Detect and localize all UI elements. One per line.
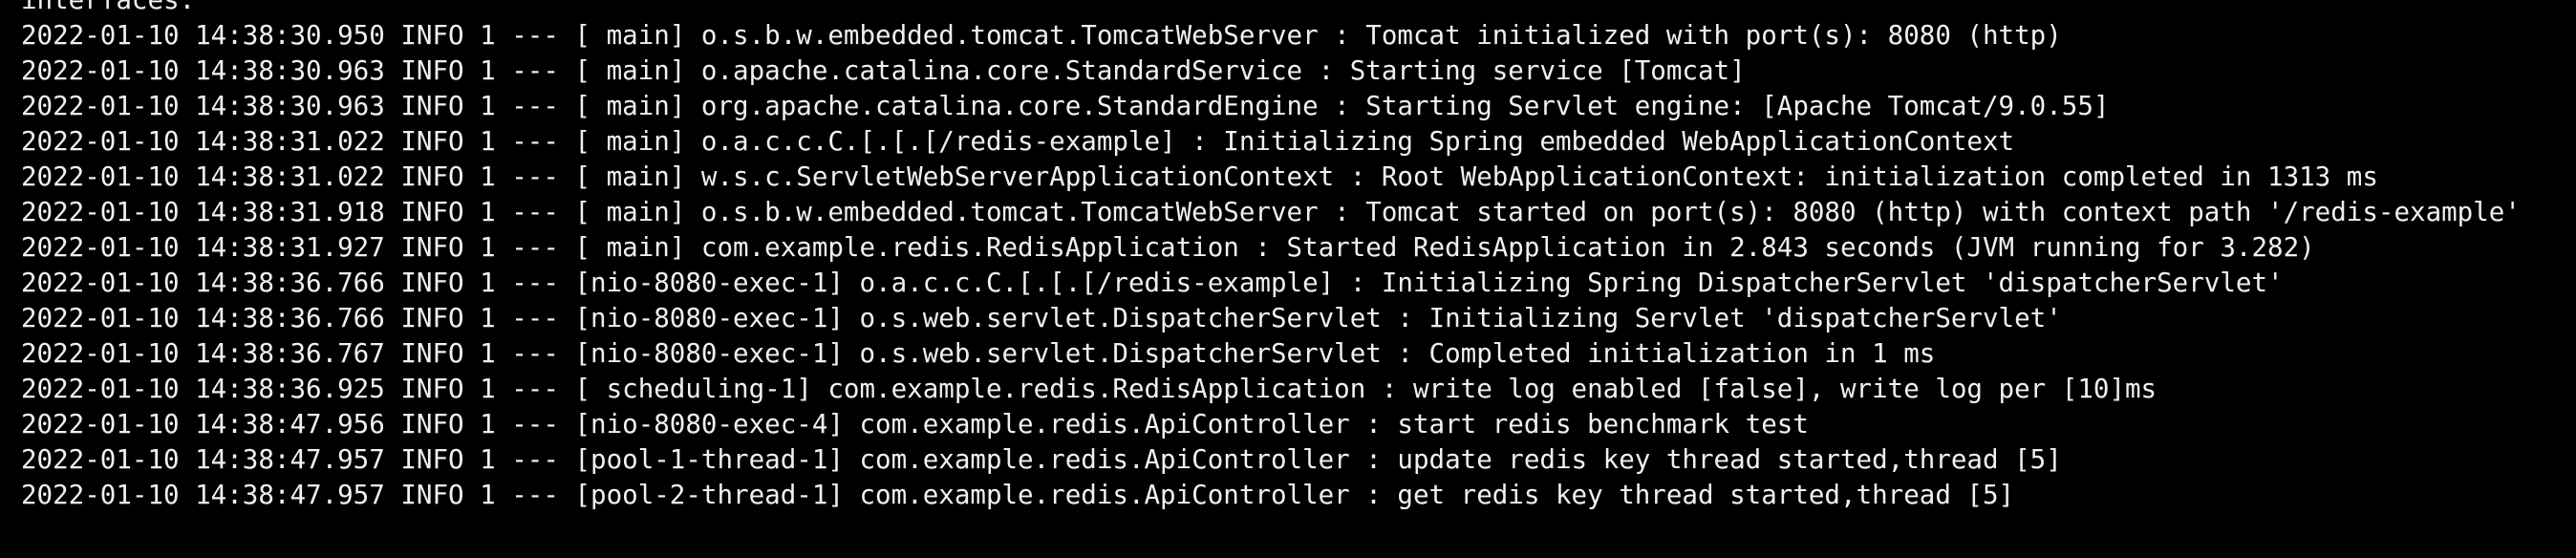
log-line: 2022-01-10 14:38:30.963 INFO 1 --- [ mai… [21, 55, 1746, 86]
log-line: 2022-01-10 14:38:31.918 INFO 1 --- [ mai… [21, 197, 2521, 227]
log-line: 2022-01-10 14:38:36.766 INFO 1 --- [nio-… [21, 268, 2284, 298]
log-line: 2022-01-10 14:38:36.925 INFO 1 --- [ sch… [21, 374, 2157, 404]
log-line: 2022-01-10 14:38:31.022 INFO 1 --- [ mai… [21, 126, 2015, 157]
log-line: 2022-01-10 14:38:31.022 INFO 1 --- [ mai… [21, 161, 2378, 192]
log-line: 2022-01-10 14:38:30.950 INFO 1 --- [ mai… [21, 20, 2062, 51]
log-output: interfaces. 2022-01-10 14:38:30.950 INFO… [21, 0, 2521, 513]
log-line: interfaces. [21, 0, 196, 15]
log-line: 2022-01-10 14:38:47.956 INFO 1 --- [nio-… [21, 409, 1809, 440]
log-line: 2022-01-10 14:38:47.957 INFO 1 --- [pool… [21, 480, 2015, 510]
terminal-window[interactable]: interfaces. 2022-01-10 14:38:30.950 INFO… [0, 0, 2576, 558]
log-line: 2022-01-10 14:38:36.767 INFO 1 --- [nio-… [21, 338, 1936, 369]
log-line: 2022-01-10 14:38:30.963 INFO 1 --- [ mai… [21, 91, 2110, 121]
log-line: 2022-01-10 14:38:31.927 INFO 1 --- [ mai… [21, 232, 2315, 263]
log-line: 2022-01-10 14:38:36.766 INFO 1 --- [nio-… [21, 303, 2062, 333]
log-line: 2022-01-10 14:38:47.957 INFO 1 --- [pool… [21, 444, 2062, 475]
